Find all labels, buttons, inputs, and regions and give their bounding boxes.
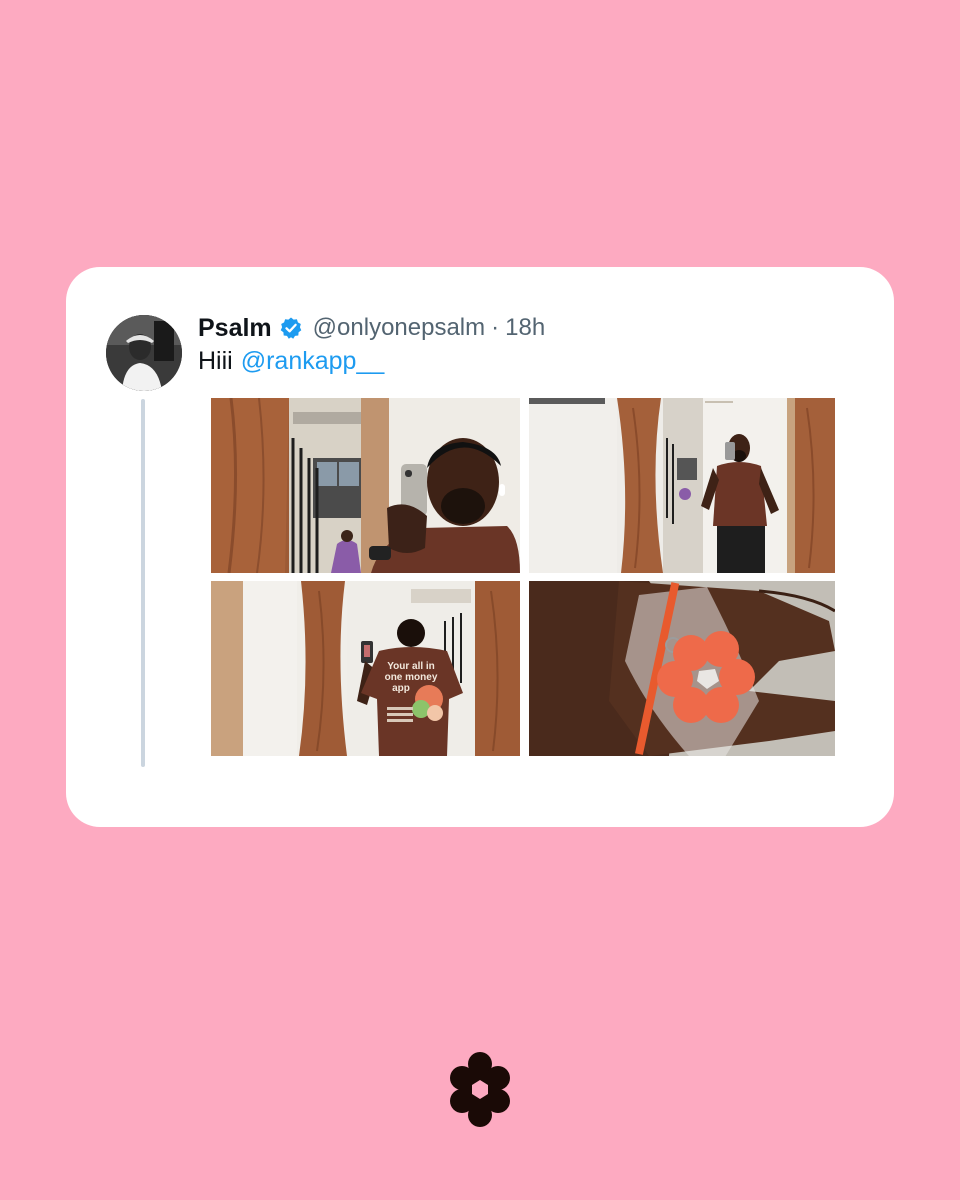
separator-dot: · — [491, 314, 500, 341]
shirt-print-line-1: Your all in — [387, 661, 435, 672]
tweet-text: Hiii @rankapp__ — [198, 347, 384, 376]
shirt-print-line-2: one money — [385, 672, 438, 683]
media-photo-4[interactable] — [529, 581, 835, 756]
media-photo-1[interactable] — [211, 398, 520, 573]
display-name[interactable]: Psalm — [198, 314, 272, 343]
timestamp[interactable]: 18h — [505, 314, 545, 342]
shirt-print-line-3: app — [392, 683, 410, 694]
avatar[interactable] — [106, 315, 182, 391]
handle[interactable]: @onlyonepsalm — [313, 314, 485, 342]
mention-link[interactable]: @rankapp__ — [241, 347, 385, 375]
flower-logo-icon — [450, 1052, 510, 1127]
media-photo-3[interactable]: Your all in one money app — [211, 581, 520, 756]
verified-badge-icon — [279, 316, 303, 340]
tweet-header: Psalm @onlyonepsalm · 18h — [198, 311, 545, 345]
thread-line — [141, 399, 145, 767]
tweet-body: Hiii — [198, 347, 233, 375]
tweet-card: Psalm @onlyonepsalm · 18h Hiii @rankapp__ — [66, 267, 894, 827]
media-photo-2[interactable] — [529, 398, 835, 573]
